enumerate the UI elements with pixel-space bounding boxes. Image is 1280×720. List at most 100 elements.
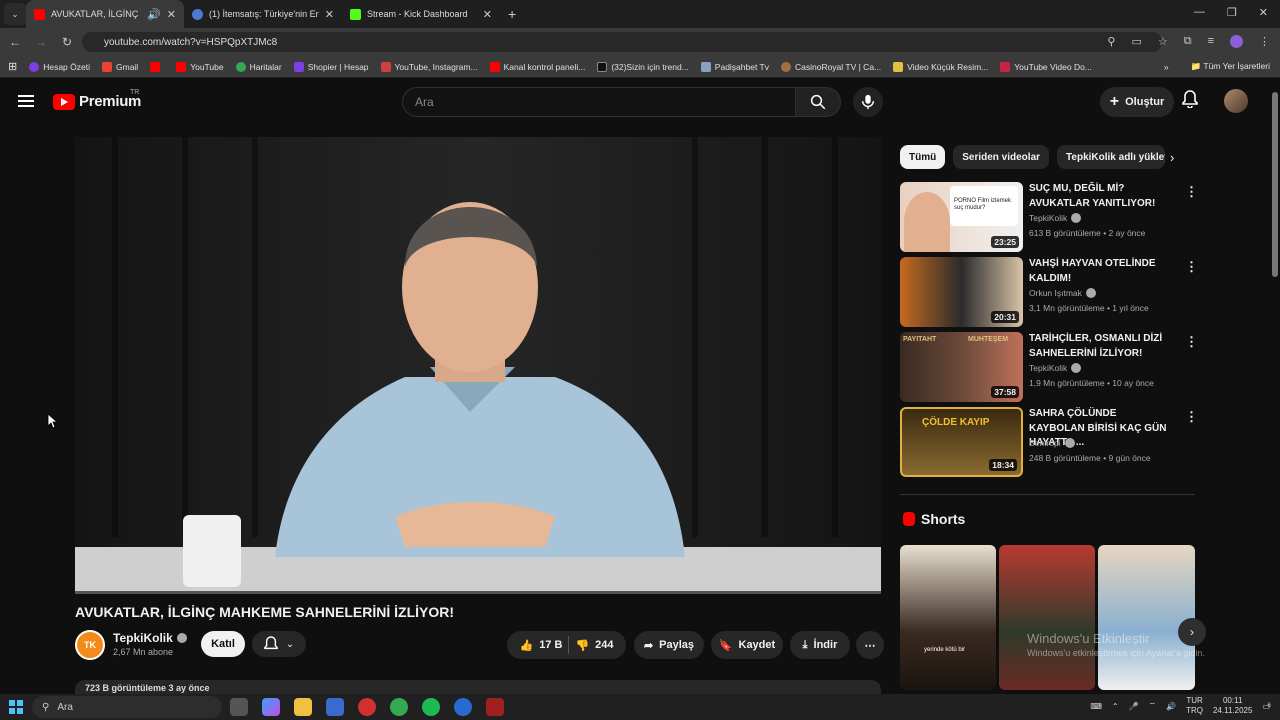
spotify-icon[interactable] — [422, 698, 440, 716]
voice-search-button[interactable] — [853, 87, 883, 117]
channel-name[interactable]: TepkiKolik — [113, 631, 187, 645]
clock[interactable]: 00:11 24.11.2025 — [1213, 696, 1252, 716]
chrome-active-icon[interactable] — [454, 698, 472, 716]
bookmark-item[interactable]: Shopier | Hesap — [293, 61, 369, 72]
new-tab-button[interactable]: + — [508, 6, 516, 22]
like-button[interactable]: 👍 17 B — [519, 639, 562, 652]
star-icon[interactable]: ☆ — [1158, 35, 1168, 48]
download-button[interactable]: ⤓ İndir — [790, 631, 850, 659]
bookmark-item[interactable]: Gmail — [102, 61, 138, 72]
bookmark-item[interactable]: YouTube, Instagram... — [380, 61, 478, 72]
bookmark-item[interactable]: YouTube Video Do... — [1000, 61, 1092, 72]
network-icon[interactable]: ⌔ — [1149, 701, 1157, 711]
recommendation-channel[interactable]: Bentropi — [1029, 438, 1075, 448]
subscription-notifications-button[interactable]: ⌄ — [252, 631, 306, 657]
chip-series[interactable]: Seriden videolar — [953, 145, 1050, 169]
speaker-icon[interactable]: 🔊 — [147, 8, 161, 21]
short-item[interactable] — [1098, 545, 1195, 690]
recommendation-item[interactable]: PAYITAHT MUHTEŞEM 37:58 TARİHÇİLER, OSMA… — [900, 332, 1200, 402]
hamburger-menu-icon[interactable] — [18, 95, 34, 107]
bookmark-item[interactable]: CasinoRoyal TV | Ca... — [780, 61, 881, 72]
profile-icon[interactable] — [1230, 35, 1243, 48]
menu-icon[interactable]: ⋮ — [1259, 35, 1270, 48]
bookmark-item[interactable]: YouTube — [176, 61, 224, 72]
tab-search-icon[interactable]: ⌄ — [4, 3, 26, 25]
close-window-icon[interactable]: ✕ — [1259, 6, 1268, 19]
tab-kick[interactable]: Stream - Kick Dashboard ✕ — [342, 0, 500, 28]
kebab-menu-icon[interactable]: ⋮ — [1185, 184, 1198, 200]
video-progress-bar[interactable] — [75, 591, 881, 594]
create-button[interactable]: + Oluştur — [1100, 87, 1174, 117]
copilot-icon[interactable] — [262, 698, 280, 716]
tab-youtube[interactable]: AVUKATLAR, İLGİNÇ MAHKE 🔊 ✕ — [26, 0, 184, 28]
page-scrollbar[interactable] — [1272, 92, 1278, 277]
app-icon[interactable] — [486, 698, 504, 716]
notifications-icon[interactable]: ▭ 6 — [1262, 702, 1270, 711]
url-field[interactable]: youtube.com/watch?v=HSPQpXTJMc8 — [82, 32, 1162, 52]
forward-icon[interactable]: → — [30, 35, 52, 49]
save-button[interactable]: 🔖 Kaydet — [711, 631, 783, 659]
video-player[interactable] — [75, 137, 881, 593]
extensions-icon[interactable]: ⧉ — [1184, 35, 1192, 48]
close-tab-icon[interactable]: ✕ — [483, 8, 492, 21]
channel-avatar[interactable]: TK — [75, 630, 105, 660]
windows-start-icon[interactable] — [9, 700, 23, 714]
description-box[interactable]: 723 B görüntüleme 3 ay önce — [75, 680, 881, 694]
chevron-right-icon[interactable]: › — [1170, 150, 1174, 165]
bookmark-item[interactable]: Video Küçük Resim... — [893, 61, 988, 72]
language-indicator[interactable]: TUR TRQ — [1186, 696, 1203, 716]
share-button[interactable]: ➦ Paylaş — [634, 631, 704, 659]
restore-icon[interactable]: ❐ — [1227, 6, 1237, 19]
chrome-icon[interactable] — [390, 698, 408, 716]
recommendation-item[interactable]: 20:31 VAHŞİ HAYVAN OTELİNDE KALDIM! Orku… — [900, 257, 1200, 327]
cast-icon[interactable]: ▭ — [1131, 35, 1141, 48]
kebab-menu-icon[interactable]: ⋮ — [1185, 334, 1198, 350]
task-view-icon[interactable] — [230, 698, 248, 716]
keyboard-icon[interactable]: ⌨ — [1090, 702, 1102, 711]
mic-icon[interactable]: 🎤 — [1129, 702, 1139, 711]
store-icon[interactable] — [326, 698, 344, 716]
back-icon[interactable]: ← — [4, 35, 26, 49]
bookmark-item[interactable]: Haritalar — [235, 61, 282, 72]
media-icon[interactable]: ≡ — [1208, 35, 1214, 48]
chip-all[interactable]: Tümü — [900, 145, 946, 169]
user-avatar[interactable] — [1224, 89, 1248, 113]
bookmark-item[interactable]: Kanal kontrol paneli... — [489, 61, 585, 72]
bookmark-item[interactable]: Hesap Özeti — [29, 61, 90, 72]
recommendation-item[interactable]: ÇÖLDE KAYIP 18:34 SAHRA ÇÖLÜNDE KAYBOLAN… — [900, 407, 1200, 477]
kebab-menu-icon[interactable]: ⋮ — [1185, 409, 1198, 425]
file-explorer-icon[interactable] — [294, 698, 312, 716]
join-button[interactable]: Katıl — [201, 631, 245, 657]
dislike-button[interactable]: 👎 244 — [575, 639, 613, 652]
recommendation-channel[interactable]: TepkiKolik — [1029, 213, 1082, 223]
chip-uploads[interactable]: TepkiKolik adlı yükley — [1057, 145, 1166, 169]
short-item[interactable] — [999, 545, 1095, 690]
bookmark-item[interactable]: (32)Sizin için trend... — [597, 61, 689, 72]
recommendation-channel[interactable]: Orkun Işıtmak — [1029, 288, 1096, 298]
kebab-menu-icon[interactable]: ⋮ — [1185, 259, 1198, 275]
search-button[interactable] — [795, 87, 841, 117]
bookmark-item[interactable] — [150, 61, 164, 72]
chevron-up-icon[interactable]: ⌃ — [1112, 702, 1119, 711]
recommendation-channel[interactable]: TepkiKolik — [1029, 363, 1082, 373]
close-tab-icon[interactable]: ✕ — [325, 8, 334, 21]
minimize-icon[interactable]: — — [1194, 6, 1205, 19]
short-item[interactable]: yerinde kötü bir — [900, 545, 996, 690]
all-bookmarks-folder[interactable]: 📁 Tüm Yer İşaretleri — [1191, 61, 1270, 72]
opera-icon[interactable] — [358, 698, 376, 716]
volume-icon[interactable]: 🔊 — [1166, 702, 1176, 711]
recommendation-item[interactable]: PORNO Film izlemek suç mudur? 23:25 SUÇ … — [900, 182, 1200, 252]
reload-icon[interactable]: ↻ — [56, 35, 78, 49]
bookmark-item[interactable]: Padişahbet Tv — [700, 61, 769, 72]
search-input[interactable]: Ara — [402, 87, 796, 117]
more-actions-button[interactable]: ⋯ — [856, 631, 884, 659]
youtube-logo[interactable]: Premium — [53, 93, 141, 110]
zoom-icon[interactable]: ⚲ — [1107, 35, 1115, 48]
taskbar-search-input[interactable]: ⚲ Ara — [32, 696, 222, 718]
tab-itemsatis[interactable]: (1) İtemsatış: Türkiye'nin En ✕ — [184, 0, 342, 28]
apps-icon[interactable]: ⊞ — [8, 60, 17, 73]
close-tab-icon[interactable]: ✕ — [167, 8, 176, 21]
shorts-next-button[interactable]: › — [1178, 618, 1206, 646]
notifications-button[interactable] — [1182, 90, 1198, 113]
more-bookmarks-icon[interactable]: » — [1164, 62, 1169, 72]
